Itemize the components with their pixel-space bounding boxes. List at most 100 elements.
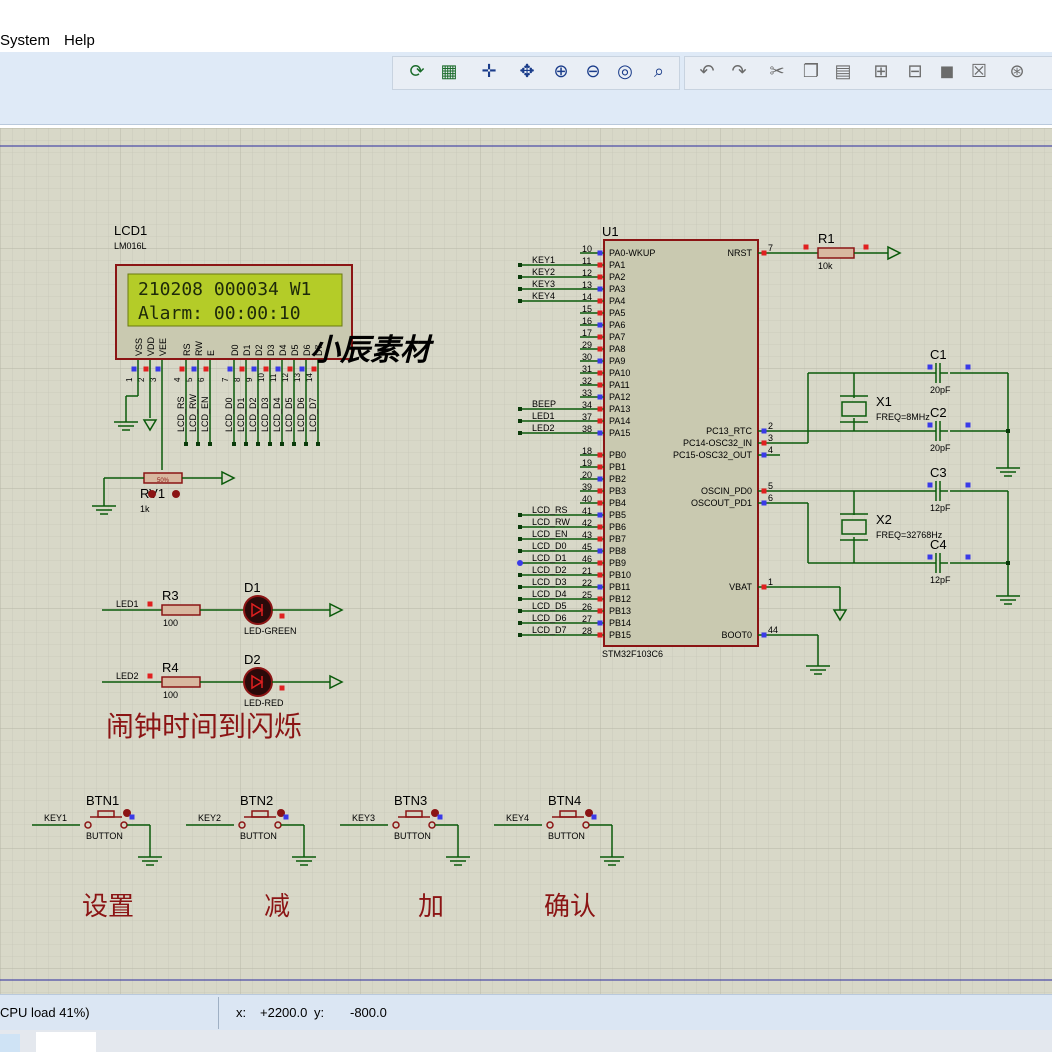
lcd-net-label: LCD_D5 (284, 397, 294, 432)
pin-state-low (927, 422, 933, 428)
mcu-pin-num: 38 (582, 424, 592, 434)
mcu-pin-name: PA11 (609, 380, 630, 390)
mcu-pin-name: VBAT (729, 582, 752, 592)
mcu-pin-name: PB4 (609, 498, 626, 508)
lcd-pin-name: VEE (158, 338, 168, 356)
schematic-svg[interactable]: LCD1 LM016L 210208 000034 W1 Alarm: 00:00:1… (0, 128, 1052, 994)
pin-state-high (263, 366, 269, 372)
watermark-text: 小辰素材 (310, 333, 435, 368)
mcu-pin-name: PA13 (609, 404, 630, 414)
menu-help[interactable]: Help (64, 32, 95, 49)
mcu-net-label: LCD_EN (532, 529, 568, 539)
pick-device-icon[interactable]: ⊛ (1004, 58, 1030, 84)
lcd-model: LM016L (114, 241, 147, 251)
toolbar: ⟳ ▦ ✛ ✥ ⊕ ⊖ ◎ ⌕ ↶ ↷ ✂ ❐ ▤ ⊞ ⊟ ◼ ☒ ⊛ (0, 52, 1052, 125)
block-rotate-icon[interactable]: ◼ (934, 58, 960, 84)
mcu-net-label: KEY2 (532, 267, 555, 277)
button-net-label: KEY1 (44, 813, 67, 823)
mcu-net-label: LED1 (532, 411, 555, 421)
pin-state-high (597, 406, 603, 412)
zoom-out-icon[interactable]: ⊖ (580, 58, 606, 84)
pin-state-high (597, 488, 603, 494)
pin-state-high (239, 366, 245, 372)
cut-icon[interactable]: ✂ (764, 58, 790, 84)
pin-state-high (597, 632, 603, 638)
schematic-canvas[interactable]: LCD1 LM016L 210208 000034 W1 Alarm: 00:00:1… (0, 128, 1052, 994)
cap-value: 20pF (930, 385, 951, 395)
pan-icon[interactable]: ✥ (514, 58, 540, 84)
copy-icon[interactable]: ❐ (798, 58, 824, 84)
mcu-pin-num: 7 (768, 243, 773, 253)
mcu-pin-num: 18 (582, 446, 592, 456)
taskbar-proteus-icon[interactable] (36, 1032, 96, 1052)
refresh-icon[interactable]: ⟳ (404, 58, 430, 84)
pin-state-high (597, 346, 603, 352)
taskbar-app-icon[interactable] (0, 1034, 20, 1052)
pin-state-low (283, 814, 289, 820)
pin-state-high (761, 584, 767, 590)
mcu-pin-num: 22 (582, 578, 592, 588)
mcu-pin-name: PA3 (609, 284, 625, 294)
mcu-pin-num: 14 (582, 292, 592, 302)
paste-icon[interactable]: ▤ (830, 58, 856, 84)
mcu-model: STM32F103C6 (602, 649, 663, 659)
zoom-in-icon[interactable]: ⊕ (548, 58, 574, 84)
block-copy-icon[interactable]: ⊞ (868, 58, 894, 84)
block-move-icon[interactable]: ⊟ (902, 58, 928, 84)
mcu-pin-name: NRST (728, 248, 753, 258)
wire-junction (1006, 561, 1010, 565)
mcu-pin-num: 5 (768, 481, 773, 491)
pin-state-low (761, 428, 767, 434)
pin-state-high (597, 262, 603, 268)
lcd-net-label: LCD_D2 (248, 397, 258, 432)
redo-icon[interactable]: ↷ (726, 58, 752, 84)
button-ref: BTN1 (86, 793, 119, 808)
origin-icon[interactable]: ✛ (476, 58, 502, 84)
lcd-pin-name: RS (182, 343, 192, 356)
mcu-pin-num: 27 (582, 614, 592, 624)
mcu-pin-num: 45 (582, 542, 592, 552)
button-model: BUTTON (394, 831, 431, 841)
pin-state-low (597, 286, 603, 292)
crystal-body (841, 401, 867, 417)
mcu-pin-name: PB7 (609, 534, 626, 544)
pin-state-low (965, 422, 971, 428)
pin-state-high (597, 418, 603, 424)
pin-state-high (803, 244, 809, 250)
mcu-pin-name: PA4 (609, 296, 625, 306)
grid-icon[interactable]: ▦ (436, 58, 462, 84)
pin-state-low (129, 814, 135, 820)
wire-junction (292, 442, 296, 446)
mcu-pin-num: 10 (582, 244, 592, 254)
wire-junction (518, 573, 522, 577)
pin-state-high (597, 596, 603, 602)
button-model: BUTTON (240, 831, 277, 841)
mcu-pin-num: 43 (582, 530, 592, 540)
mcu-pin-num: 2 (768, 421, 773, 431)
led-model: LED-RED (244, 698, 284, 708)
pin-state-low (155, 366, 161, 372)
wire-junction (518, 537, 522, 541)
mcu-pin-name: PA0-WKUP (609, 248, 655, 258)
pin-state-low (965, 554, 971, 560)
lcd-pin-num: 1 (125, 377, 134, 382)
wire-junction (518, 275, 522, 279)
button-caption: 设置 (82, 891, 134, 921)
lcd-pin-num: 7 (221, 377, 230, 382)
mcu-pin-name: PB11 (609, 582, 630, 592)
wire-junction (518, 597, 522, 601)
undo-icon[interactable]: ↶ (694, 58, 720, 84)
menu-system[interactable]: System (0, 32, 50, 49)
block-delete-icon[interactable]: ☒ (966, 58, 992, 84)
mcu-net-label: KEY1 (532, 255, 555, 265)
zoom-area-icon[interactable]: ⌕ (646, 58, 672, 84)
mcu-pin-name: PA9 (609, 356, 625, 366)
mcu-pin-name: PB8 (609, 546, 626, 556)
zoom-fit-icon[interactable]: ◎ (612, 58, 638, 84)
wire-junction (316, 442, 320, 446)
wire-junction (518, 609, 522, 613)
wire-junction (256, 442, 260, 446)
crystal-ref: X1 (876, 394, 892, 409)
pin-state-low (251, 366, 257, 372)
mcu-pin-name: PA5 (609, 308, 625, 318)
